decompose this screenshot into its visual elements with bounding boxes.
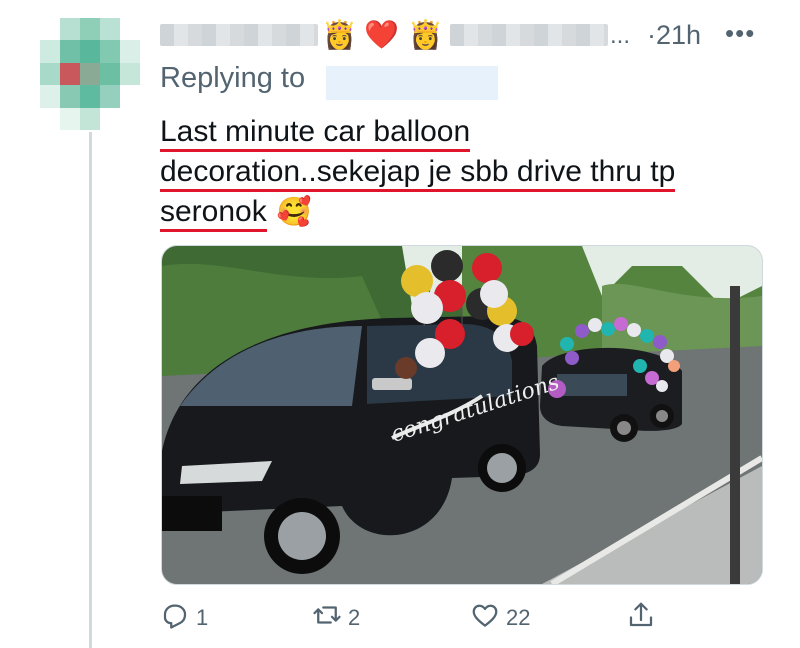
name-emoji-1: 👸 [322,19,357,50]
time-separator: · [647,20,656,50]
action-bar: 1 2 22 [160,600,760,636]
thread-line [89,132,92,648]
reply-button[interactable]: 1 [160,600,208,636]
tweet-text-line-3: seronok [160,195,267,232]
share-icon [626,600,656,636]
replying-label: Replying to [160,62,306,94]
reply-count: 1 [196,605,209,630]
replying-to: Replying to [160,62,498,100]
retweet-button[interactable]: 2 [312,600,360,636]
more-dots-icon[interactable]: ••• [725,18,755,49]
tweet-header: 👸 ❤️ 👸 ... ·21h ••• [160,18,780,52]
time-value: 21h [656,20,702,50]
display-name-redacted[interactable] [160,24,318,46]
avatar[interactable] [40,18,140,130]
like-count: 22 [506,605,531,630]
retweet-icon [312,600,342,636]
name-ellipsis: ... [610,22,631,49]
handle-redacted[interactable] [450,24,608,46]
replying-handle-redacted[interactable] [326,66,498,100]
reply-icon [160,600,190,636]
tweet-text: Last minute car balloon decoration..seke… [160,112,760,232]
name-emoji-3: 👸 [408,19,443,50]
car-balloon-photo: congratulations [162,246,762,584]
heart-icon [470,600,500,636]
name-emoji-2: ❤️ [364,19,399,50]
tweet-photo[interactable]: congratulations [161,245,763,585]
retweet-count: 2 [348,605,361,630]
smiling-hearts-emoji: 🥰 [276,196,312,227]
share-button[interactable] [626,600,656,636]
like-button[interactable]: 22 [470,600,530,636]
timestamp[interactable]: ·21h [647,20,701,51]
tweet-text-line-2: decoration..sekejap je sbb drive thru tp [160,155,676,192]
tweet-text-line-1: Last minute car balloon [160,115,471,152]
